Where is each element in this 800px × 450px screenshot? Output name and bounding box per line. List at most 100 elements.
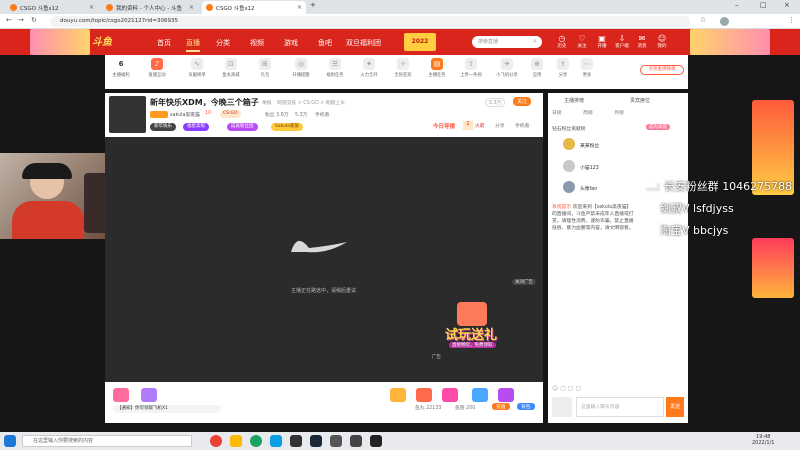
app-icon-4[interactable]: [270, 435, 282, 447]
maximize-icon[interactable]: □: [760, 1, 767, 9]
gift-item-card[interactable]: [416, 388, 432, 402]
nav-games[interactable]: 游戏: [284, 38, 298, 48]
browser-tab-3[interactable]: CSGO 斗鱼s12 ×: [202, 1, 306, 14]
tool-carnival[interactable]: ✧ 全民狂欢: [391, 58, 415, 78]
chat-input[interactable]: 这里输入聊天内容: [576, 397, 664, 417]
file-explorer-icon[interactable]: [230, 435, 242, 447]
tool-upload-video[interactable]: ⇧ 上传一条视: [459, 58, 483, 78]
tool-plane-share[interactable]: ✈ 小飞机分享: [495, 58, 519, 78]
browser-tab-1[interactable]: CSGO 斗鱼s12 ×: [6, 1, 98, 14]
forward-icon[interactable]: →: [18, 16, 24, 24]
menu-dots-icon[interactable]: ⋮: [788, 16, 795, 24]
bag-button[interactable]: 背包: [517, 403, 535, 410]
promo-badge[interactable]: 2022: [404, 33, 436, 51]
message-button[interactable]: ✉ 消息: [632, 34, 652, 49]
app-icon-5[interactable]: [290, 435, 302, 447]
close-tab-icon[interactable]: ×: [89, 4, 94, 11]
ad-close-button[interactable]: 关闭广告: [512, 279, 536, 285]
app-icon-9[interactable]: [370, 435, 382, 447]
tab-vip[interactable]: 贵宾席位: [630, 97, 650, 104]
follow-button[interactable]: 关注: [513, 97, 532, 106]
minimize-icon[interactable]: –: [735, 1, 739, 9]
client-button[interactable]: ⇩ 客户端: [612, 34, 632, 49]
tool-anchor-welfare[interactable]: 6 主播福利: [109, 58, 133, 78]
tool-anchor-task[interactable]: ▤ 主播任务: [425, 58, 449, 78]
rank-tab-day[interactable]: 日榜: [552, 111, 562, 116]
nav-video[interactable]: 视频: [250, 38, 264, 48]
rank-tab-month[interactable]: 月榜: [614, 111, 624, 116]
tool-task[interactable]: ☰ 福利任务: [323, 58, 347, 78]
streamer-avatar[interactable]: [109, 96, 146, 133]
badge-family[interactable]: Sakula家族: [271, 123, 303, 131]
ad-banner[interactable]: 试玩送礼 直接畅玩，免费领取: [445, 290, 525, 360]
gift-item-rocket[interactable]: [472, 388, 488, 402]
promo-banner-2[interactable]: [752, 238, 794, 298]
app-icon-3[interactable]: [250, 435, 262, 447]
url-input[interactable]: douyu.com/topic/csgo2021127rid=306935: [50, 16, 690, 27]
new-tab-button[interactable]: +: [310, 1, 316, 9]
app-icon-8[interactable]: [350, 435, 362, 447]
back-icon[interactable]: ←: [6, 16, 12, 24]
tool-fire[interactable]: ✦ 火力全开: [357, 58, 381, 78]
nav-live[interactable]: 直播: [186, 38, 200, 52]
mobile-watch[interactable]: 手机看: [315, 111, 329, 118]
taskbar-clock[interactable]: 19:48 2022/1/1: [752, 434, 774, 446]
close-tab-icon[interactable]: ×: [189, 4, 194, 11]
gift-item-glowstick[interactable]: [390, 388, 406, 402]
badge-new-year[interactable]: 新年快乐: [150, 123, 176, 131]
mobile-link[interactable]: 手机看: [515, 122, 529, 129]
send-button[interactable]: 发送: [666, 397, 684, 417]
gift-icon[interactable]: ▢: [560, 385, 566, 392]
tab-anchor-rank[interactable]: 主播排榜: [564, 97, 584, 104]
tool-gift-pack[interactable]: ⊞ 礼包: [253, 58, 277, 78]
badge-lucky[interactable]: 福星高照: [183, 123, 209, 131]
gift-item-barrage[interactable]: [442, 388, 458, 402]
nav-fishbar[interactable]: 鱼吧: [318, 38, 332, 48]
apply-vip-button[interactable]: 成为高能: [646, 124, 670, 130]
fan-medal-button[interactable]: 点亮金牌勋章: [640, 65, 684, 75]
follow-button[interactable]: ♡ 关注: [572, 34, 592, 49]
history-button[interactable]: ◷ 历史: [552, 34, 572, 49]
tool-reminder[interactable]: ◎ 开播提醒: [289, 58, 313, 78]
recharge-button[interactable]: 充值: [492, 403, 510, 410]
gift-item-1[interactable]: [113, 388, 129, 402]
video-player[interactable]: 主播正在路途中，请稍后重试 关闭广告 试玩送礼 直接畅玩，免费领取 广告: [105, 137, 543, 382]
fan-avatar-1[interactable]: [563, 138, 575, 150]
tool-rank[interactable]: ∿ 贡献榜单: [185, 58, 209, 78]
reload-icon[interactable]: ↻: [31, 16, 37, 24]
tool-shop[interactable]: ⊡ 鱼丸商城: [219, 58, 243, 78]
game-tag[interactable]: CS:GO: [220, 110, 241, 118]
anchor-name[interactable]: sakula黑夜猫: [170, 111, 200, 118]
image-icon[interactable]: ▢: [568, 385, 574, 392]
broadcast-button[interactable]: ▣ 开播: [592, 34, 612, 49]
chrome-icon[interactable]: [210, 435, 222, 447]
bookmark-star-icon[interactable]: ☆: [700, 16, 706, 24]
user-center-button[interactable]: ☺ 我的: [652, 34, 672, 49]
tool-interaction[interactable]: ♪ 直播互动: [145, 58, 169, 78]
nav-category[interactable]: 分类: [216, 38, 230, 48]
profile-avatar[interactable]: [720, 17, 729, 26]
emoji-icon[interactable]: ☺: [552, 385, 558, 392]
app-icon-7[interactable]: [330, 435, 342, 447]
share-link[interactable]: 分享: [495, 122, 505, 129]
search-input[interactable]: 搜索直播: [472, 36, 542, 48]
report-link[interactable]: 举报: [262, 99, 272, 106]
nav-home[interactable]: 首页: [157, 38, 171, 48]
douyu-logo[interactable]: 斗鱼: [92, 33, 132, 51]
stream-category[interactable]: 网游竞技 > CS:GO > 刚刚上头: [277, 99, 345, 106]
search-icon[interactable]: ⌕: [533, 37, 537, 46]
close-window-icon[interactable]: ×: [784, 1, 790, 9]
fan-avatar-2[interactable]: [563, 160, 575, 172]
rank-tab-week[interactable]: 周榜: [583, 111, 593, 116]
steam-icon[interactable]: [310, 435, 322, 447]
start-icon[interactable]: [4, 435, 16, 447]
gift-item-plane[interactable]: [498, 388, 514, 402]
badge-fan-club[interactable]: 成就粉丝团: [227, 123, 258, 131]
fan-avatar-3[interactable]: [563, 181, 575, 193]
close-tab-icon[interactable]: ×: [297, 4, 302, 11]
nav-festival[interactable]: 双旦福利团: [346, 38, 381, 48]
settings-icon[interactable]: ▢: [575, 385, 581, 392]
taskbar-search-input[interactable]: 在这里输入你要搜索的内容: [22, 435, 192, 447]
tool-share[interactable]: ⇪ 分享: [551, 58, 575, 78]
browser-tab-2[interactable]: 我的资料 - 个人中心 - 斗鱼 ×: [102, 1, 198, 14]
